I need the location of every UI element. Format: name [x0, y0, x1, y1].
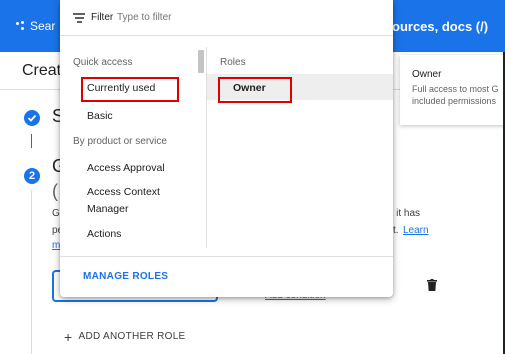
menu-item-access-context-manager[interactable]: Manager [87, 203, 128, 215]
menu-item-actions[interactable]: Actions [87, 228, 121, 240]
app-root: Sear ources, docs (/) Create Owner Full … [0, 0, 505, 354]
dots-icon [16, 21, 26, 31]
body-text-fragment: t. [393, 225, 399, 236]
search-label: Sear [30, 19, 56, 33]
role-description-card: Owner Full access to most G included per… [400, 55, 505, 125]
add-another-role-label: ADD ANOTHER ROLE [78, 331, 186, 342]
plus-icon: + [64, 328, 73, 345]
step2-connector [31, 190, 32, 354]
dropdown-footer: MANAGE ROLES [60, 256, 393, 297]
step-connector [31, 134, 32, 148]
check-icon [24, 110, 40, 126]
category-scrollbar[interactable] [198, 50, 204, 73]
role-description-line1: Full access to most G [412, 84, 499, 94]
menu-item-basic[interactable]: Basic [87, 110, 113, 122]
highlight-box [218, 77, 292, 103]
filter-label: Filter [91, 12, 114, 23]
by-product-label: By product or service [73, 136, 167, 147]
filter-input[interactable] [117, 12, 317, 23]
menu-item-access-context[interactable]: Access Context [87, 186, 160, 198]
filter-icon [73, 13, 85, 23]
role-description-title: Owner [412, 69, 442, 80]
filter-row: Filter [60, 0, 393, 36]
roles-label: Roles [220, 57, 246, 68]
manage-roles-button[interactable]: MANAGE ROLES [83, 271, 168, 282]
search-bar[interactable]: Sear [16, 19, 55, 33]
add-another-role-button[interactable]: + ADD ANOTHER ROLE [64, 328, 186, 345]
learn-more-link[interactable]: Learn [403, 225, 429, 236]
trash-icon[interactable] [427, 278, 437, 291]
step2-number-badge: 2 [24, 168, 40, 184]
step2-subtitle: ( [52, 181, 58, 201]
search-placeholder[interactable]: ources, docs (/) [392, 19, 488, 34]
role-picker-dropdown: Filter Quick access Currently used Basic… [60, 0, 393, 297]
role-description-line2: included permissions [412, 96, 497, 106]
menu-item-access-approval[interactable]: Access Approval [87, 162, 165, 174]
highlight-box [81, 77, 179, 102]
quick-access-label: Quick access [73, 57, 133, 68]
